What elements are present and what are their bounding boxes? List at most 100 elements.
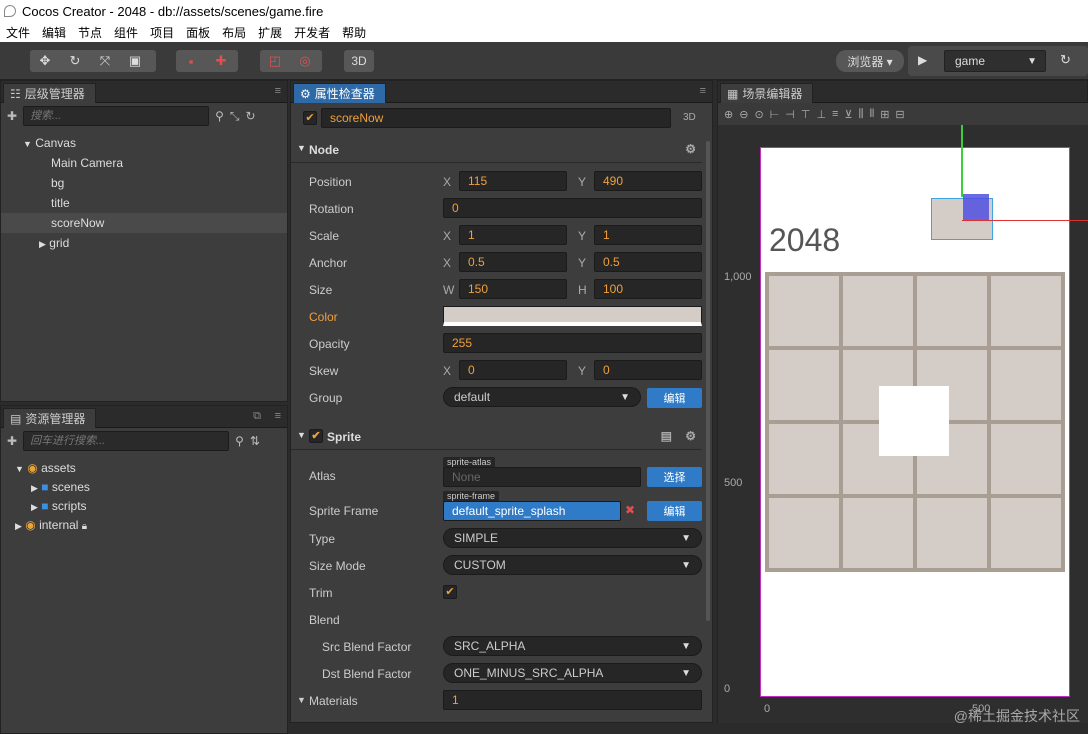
size-h-input[interactable]: 100 [594, 279, 702, 299]
play-icon[interactable]: ▶ [918, 53, 927, 67]
tree-item-grid[interactable]: ▶ grid [39, 233, 69, 253]
scale-tool-icon[interactable]: ⤧ [90, 50, 120, 72]
collapse-icon[interactable]: ⤡ [230, 109, 240, 124]
node-section-header[interactable]: ▼ Node ⚙ [291, 137, 702, 163]
zoom-in-icon[interactable]: ⊕ [724, 108, 733, 121]
tab-assets[interactable]: ▤ 资源管理器 [3, 408, 97, 428]
type-select[interactable]: SIMPLE ▼ [443, 528, 702, 548]
asset-item-assets[interactable]: ▼ ◉ assets [15, 458, 76, 478]
expand-arrow-icon[interactable]: ▼ [15, 464, 24, 474]
sprite-section-header[interactable]: ▼ ✔ Sprite ▤ ⚙ [291, 424, 702, 450]
materials-count-input[interactable]: 1 [443, 690, 702, 710]
clear-icon[interactable]: ✖ [625, 503, 635, 517]
asset-item-scenes[interactable]: ▶ ■ scenes [31, 477, 90, 497]
expand-arrow-icon[interactable]: ▼ [23, 139, 32, 149]
size-w-input[interactable]: 150 [459, 279, 567, 299]
align-left-icon[interactable]: ⊢ [770, 108, 780, 121]
search-icon[interactable]: ⚲ [235, 434, 244, 448]
tree-item-canvas[interactable]: ▼ Canvas [23, 133, 76, 153]
menu-node[interactable]: 节点 [72, 24, 108, 41]
browser-preview-button[interactable]: 浏览器 ▾ [836, 50, 904, 72]
menu-project[interactable]: 项目 [144, 24, 180, 41]
scale-y-input[interactable]: 1 [594, 225, 702, 245]
popout-icon[interactable]: ⧉ [253, 410, 261, 423]
zoom-out-icon[interactable]: ⊖ [739, 108, 748, 121]
position-y-input[interactable]: 490 [594, 171, 702, 191]
gizmo-icon[interactable]: ◎ [290, 50, 320, 72]
tree-item-bg[interactable]: bg [51, 173, 64, 193]
node-name-input[interactable]: scoreNow [321, 108, 671, 128]
move-tool-icon[interactable]: ✥ [30, 50, 60, 72]
assets-search-input[interactable]: 回车进行搜索... [23, 431, 230, 451]
scene-viewport[interactable]: 2048 1,000 500 0 0 500 [718, 125, 1088, 724]
tree-item-main-camera[interactable]: Main Camera [51, 153, 123, 173]
distribute-b-icon[interactable]: ⊟ [895, 108, 904, 121]
group-edit-button[interactable]: 编辑 [647, 388, 702, 408]
anchor-x-input[interactable]: 0.5 [459, 252, 567, 272]
tab-inspector[interactable]: ⚙ 属性检查器 [293, 83, 386, 103]
hierarchy-search-input[interactable]: 搜索... [23, 106, 210, 126]
sprite-enabled-checkbox[interactable]: ✔ [309, 429, 323, 443]
src-blend-select[interactable]: SRC_ALPHA ▼ [443, 636, 702, 656]
align-center-icon[interactable]: ⊣ [785, 108, 795, 121]
collapsed-arrow-icon[interactable]: ▶ [15, 521, 22, 531]
menu-edit[interactable]: 编辑 [36, 24, 72, 41]
anchor-y-input[interactable]: 0.5 [594, 252, 702, 272]
menu-layout[interactable]: 布局 [216, 24, 252, 41]
rotate-tool-icon[interactable]: ↻ [60, 50, 90, 72]
gizmo-handle[interactable] [963, 194, 989, 220]
align-right-icon[interactable]: ⊤ [801, 108, 811, 121]
collapsed-arrow-icon[interactable]: ▶ [31, 502, 38, 512]
distribute-h-icon[interactable]: ⫼ [859, 108, 864, 121]
sort-icon[interactable]: ⇅ [250, 434, 260, 448]
add-icon[interactable]: ✚ [7, 109, 17, 123]
align-bottom-icon[interactable]: ⊻ [844, 108, 852, 121]
menu-panel[interactable]: 面板 [180, 24, 216, 41]
expand-arrow-icon[interactable]: ▼ [297, 695, 306, 705]
group-select[interactable]: default ▼ [443, 387, 641, 407]
scale-x-input[interactable]: 1 [459, 225, 567, 245]
atlas-input[interactable]: None [443, 467, 641, 487]
atlas-select-button[interactable]: 选择 [647, 467, 702, 487]
gear-icon[interactable]: ⚙ [685, 142, 696, 156]
book-icon[interactable]: ▤ [661, 429, 672, 443]
gear-icon[interactable]: ⚙ [685, 429, 696, 443]
rect-tool-icon[interactable]: ▣ [120, 50, 150, 72]
sprite-frame-edit-button[interactable]: 编辑 [647, 501, 702, 521]
snap-icon[interactable]: ◰ [260, 50, 290, 72]
inspector-scrollbar[interactable] [706, 141, 710, 621]
skew-x-input[interactable]: 0 [459, 360, 567, 380]
color-swatch[interactable] [443, 306, 702, 326]
search-icon[interactable]: ⚲ [215, 109, 224, 123]
skew-y-input[interactable]: 0 [594, 360, 702, 380]
menu-help[interactable]: 帮助 [336, 24, 372, 41]
sprite-frame-input[interactable]: default_sprite_splash [443, 501, 621, 521]
collapsed-arrow-icon[interactable]: ▶ [39, 239, 46, 249]
zoom-reset-icon[interactable]: ⊙ [754, 108, 763, 121]
pivot-icon[interactable]: ▪ [176, 50, 206, 72]
panel-menu-icon[interactable]: ≡ [275, 410, 281, 422]
menu-file[interactable]: 文件 [0, 24, 36, 41]
scene-select[interactable]: game ▼ [944, 50, 1046, 72]
position-x-input[interactable]: 115 [459, 171, 567, 191]
toggle-3d-button[interactable]: 3D [344, 50, 374, 72]
menu-component[interactable]: 组件 [108, 24, 144, 41]
menu-developer[interactable]: 开发者 [288, 24, 336, 41]
align-middle-icon[interactable]: ≡ [832, 108, 838, 120]
collapsed-arrow-icon[interactable]: ▶ [31, 483, 38, 493]
size-mode-select[interactable]: CUSTOM ▼ [443, 555, 702, 575]
tree-item-title[interactable]: title [51, 193, 70, 213]
opacity-input[interactable]: 255 [443, 333, 702, 353]
dst-blend-select[interactable]: ONE_MINUS_SRC_ALPHA ▼ [443, 663, 702, 683]
tree-item-scorenow[interactable]: scoreNow [1, 213, 287, 233]
local-global-icon[interactable]: ✚ [206, 50, 236, 72]
distribute-v-icon[interactable]: ⫴ [870, 108, 875, 121]
align-top-icon[interactable]: ⊥ [816, 108, 826, 121]
tab-hierarchy[interactable]: ☷ 层级管理器 [3, 83, 96, 103]
node-active-checkbox[interactable]: ✔ [303, 111, 317, 125]
panel-menu-icon[interactable]: ≡ [275, 85, 281, 97]
panel-menu-icon[interactable]: ≡ [700, 85, 706, 97]
add-icon[interactable]: ✚ [7, 434, 17, 448]
refresh-icon[interactable]: ↻ [245, 109, 255, 123]
tab-scene-editor[interactable]: ▦ 场景编辑器 [720, 83, 814, 103]
